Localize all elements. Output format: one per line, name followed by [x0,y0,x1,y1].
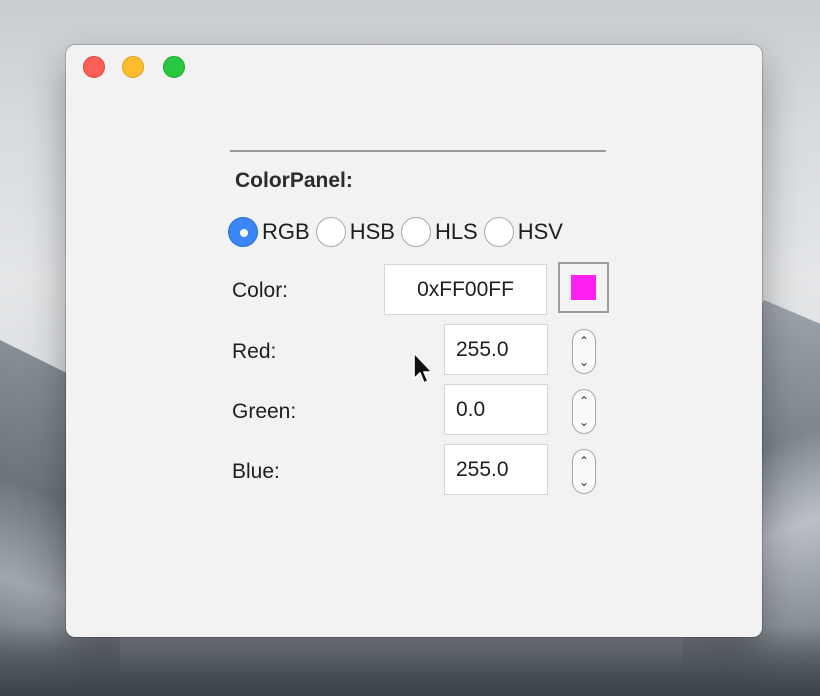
separator [230,150,606,152]
blue-stepper[interactable]: ⌃ ⌄ [572,449,596,494]
radio-hsb[interactable]: HSB [315,217,395,247]
app-window: ColorPanel: RGB HSB HLS HSV Color: 0xFF0… [66,45,762,637]
red-stepper[interactable]: ⌃ ⌄ [572,329,596,374]
zoom-button[interactable] [163,56,185,78]
panel-title: ColorPanel: [235,169,353,192]
radio-button[interactable] [483,217,514,247]
radio-rgb[interactable]: RGB [228,217,310,247]
radio-hsv[interactable]: HSV [483,217,563,247]
blue-value-field[interactable]: 255.0 [444,444,548,495]
radio-button[interactable] [400,217,431,247]
chevron-down-icon[interactable]: ⌄ [579,356,589,368]
color-swatch [571,275,596,300]
radio-label: RGB [262,219,310,244]
chevron-up-icon[interactable]: ⌃ [579,455,589,467]
radio-label: HSB [349,219,395,244]
green-stepper[interactable]: ⌃ ⌄ [572,389,596,434]
color-swatch-button[interactable] [558,262,609,313]
minimize-button[interactable] [122,56,144,78]
green-label: Green: [232,400,297,423]
radio-button-selected[interactable] [228,217,258,247]
radio-button[interactable] [315,217,346,247]
chevron-down-icon[interactable]: ⌄ [579,416,589,428]
hex-color-field[interactable]: 0xFF00FF [384,264,547,315]
red-value-field[interactable]: 255.0 [444,324,548,375]
close-button[interactable] [83,56,105,78]
color-model-radio-group: RGB HSB HLS HSV [228,216,569,248]
color-label: Color: [232,279,289,302]
green-value-field[interactable]: 0.0 [444,384,548,435]
red-label: Red: [232,340,277,363]
blue-label: Blue: [232,460,280,483]
arrow-cursor-icon [413,352,433,384]
radio-label: HLS [434,219,478,244]
radio-hls[interactable]: HLS [400,217,478,247]
chevron-up-icon[interactable]: ⌃ [579,395,589,407]
chevron-down-icon[interactable]: ⌄ [579,476,589,488]
chevron-up-icon[interactable]: ⌃ [579,335,589,347]
radio-label: HSV [517,219,563,244]
